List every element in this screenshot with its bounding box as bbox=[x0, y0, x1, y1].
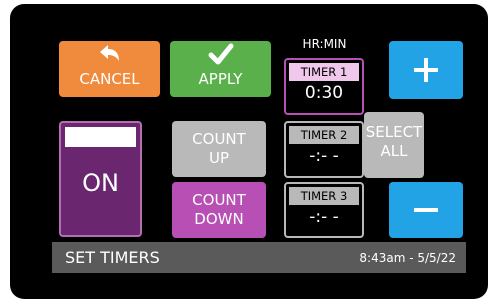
checkmark-icon bbox=[208, 43, 233, 65]
select-all-button[interactable]: SELECT ALL bbox=[364, 112, 424, 178]
on-label: ON bbox=[82, 169, 119, 197]
undo-arrow-icon bbox=[99, 45, 119, 61]
touch-screen: CANCEL APPLY HR:MIN TIMER 1 0:30 ON COUN… bbox=[52, 37, 466, 273]
timer-3-value: -:- - bbox=[309, 207, 339, 227]
count-down-button[interactable]: COUNT DOWN bbox=[172, 182, 266, 238]
timer-1[interactable]: TIMER 1 0:30 bbox=[284, 58, 364, 115]
count-up-label-line1: COUNT bbox=[192, 130, 246, 148]
count-down-label-line2: DOWN bbox=[194, 210, 244, 228]
plus-icon bbox=[414, 58, 438, 82]
cancel-label: CANCEL bbox=[79, 70, 140, 88]
timer-2[interactable]: TIMER 2 -:- - bbox=[284, 121, 364, 178]
timers-header: HR:MIN bbox=[302, 37, 347, 51]
count-up-button[interactable]: COUNT UP bbox=[172, 121, 266, 177]
timer-1-label: TIMER 1 bbox=[289, 63, 359, 81]
select-all-label-line2: ALL bbox=[380, 142, 408, 160]
minus-icon bbox=[414, 208, 438, 212]
count-down-label-line1: COUNT bbox=[192, 191, 246, 209]
status-bar: SET TIMERS 8:43am - 5/5/22 bbox=[52, 242, 466, 273]
count-up-label-line2: UP bbox=[208, 149, 230, 167]
decrement-button[interactable] bbox=[389, 182, 463, 238]
timer-1-value: 0:30 bbox=[304, 83, 344, 103]
on-indicator bbox=[65, 127, 136, 147]
timer-2-value: -:- - bbox=[309, 146, 339, 166]
timer-3[interactable]: TIMER 3 -:- - bbox=[284, 182, 364, 238]
timer-3-label: TIMER 3 bbox=[289, 187, 359, 205]
datetime-display: 8:43am - 5/5/22 bbox=[359, 251, 456, 265]
increment-button[interactable] bbox=[389, 41, 463, 99]
screen-title: SET TIMERS bbox=[65, 248, 160, 267]
apply-button[interactable]: APPLY bbox=[170, 41, 271, 97]
cancel-button[interactable]: CANCEL bbox=[59, 41, 160, 97]
apply-label: APPLY bbox=[198, 70, 243, 88]
timer-2-label: TIMER 2 bbox=[289, 126, 359, 144]
on-toggle-button[interactable]: ON bbox=[59, 121, 142, 237]
select-all-label-line1: SELECT bbox=[365, 123, 423, 141]
